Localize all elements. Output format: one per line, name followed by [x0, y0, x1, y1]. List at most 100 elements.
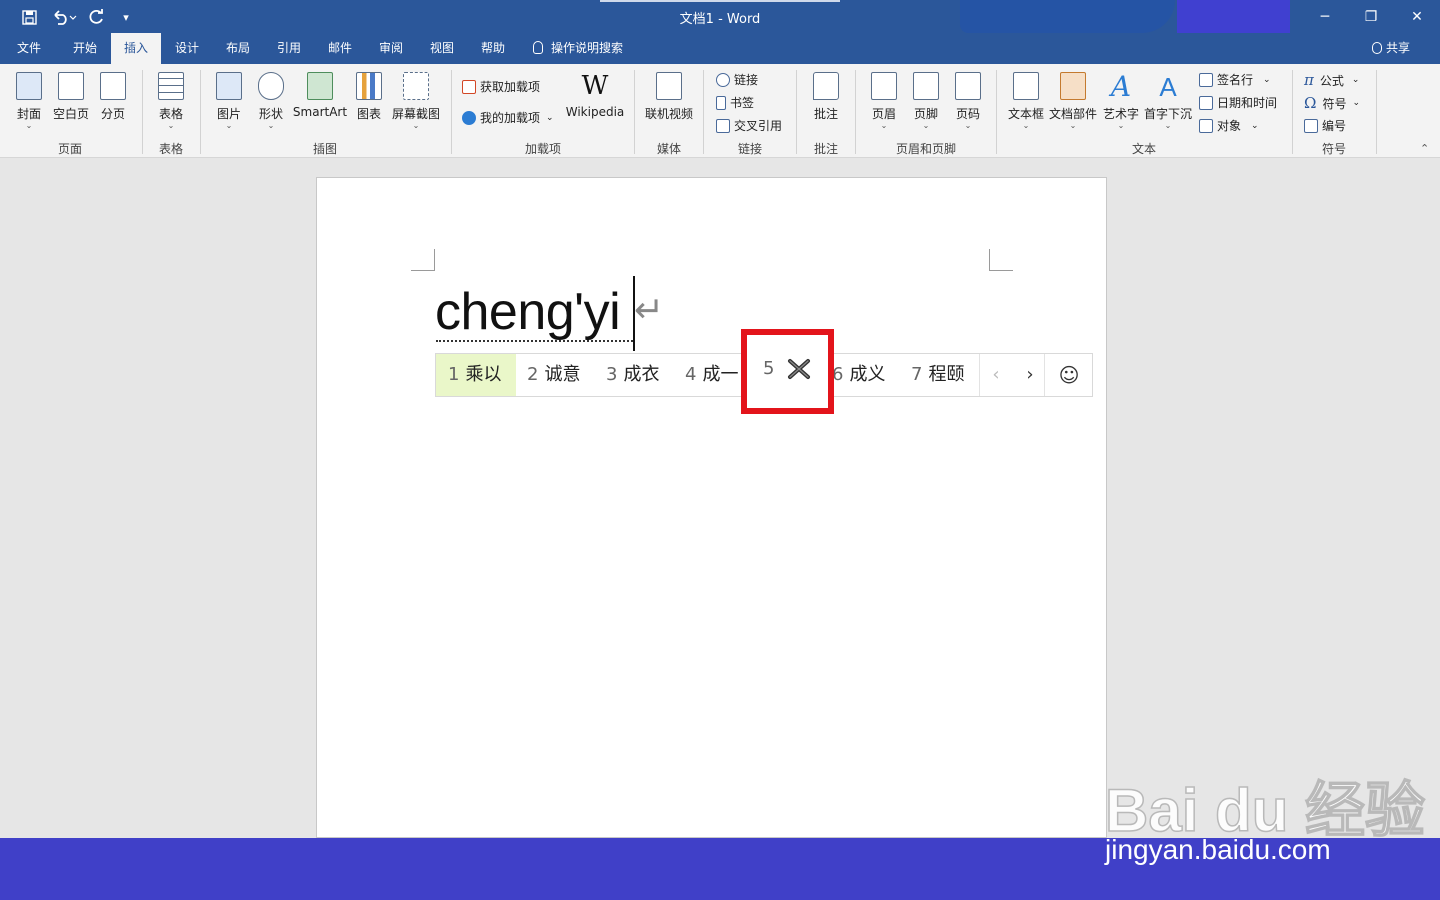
footer-icon: [913, 72, 939, 100]
comment-button[interactable]: 批注: [808, 72, 844, 122]
chevron-down-icon: ⌄: [267, 121, 275, 130]
smartart-icon: [307, 72, 333, 100]
tab-design[interactable]: 设计: [164, 33, 210, 64]
collapse-ribbon-icon[interactable]: ⌃: [1420, 142, 1429, 155]
tab-review[interactable]: 审阅: [368, 33, 414, 64]
candidate-number: 7: [911, 364, 923, 385]
group-label-text: 文本: [1131, 142, 1156, 156]
cover-page-icon: [16, 72, 42, 100]
group-separator: [1376, 70, 1377, 154]
addins-icon: [462, 110, 476, 125]
signature-line-button[interactable]: 签名行 ⌄: [1199, 71, 1271, 88]
candidate-7[interactable]: 7 程颐: [911, 354, 964, 396]
tab-references[interactable]: 引用: [266, 33, 312, 64]
tab-mailings[interactable]: 邮件: [317, 33, 363, 64]
wordart-button[interactable]: A 艺术字 ⌄: [1102, 72, 1140, 130]
chevron-down-icon: ⌄: [1164, 121, 1172, 130]
blank-page-button[interactable]: 空白页: [52, 72, 90, 122]
number-button[interactable]: 编号: [1304, 117, 1346, 134]
close-x-icon[interactable]: [787, 358, 811, 383]
share-button[interactable]: 共享: [1372, 33, 1410, 64]
link-icon: [716, 72, 730, 87]
get-addins-button[interactable]: 获取加载项: [462, 78, 540, 95]
next-page-icon[interactable]: ›: [1013, 354, 1047, 396]
drop-cap-button[interactable]: A 首字下沉 ⌄: [1143, 72, 1193, 130]
calendar-icon: [1199, 95, 1213, 110]
tab-insert[interactable]: 插入: [111, 33, 161, 64]
ribbon: 封面 ⌄ 空白页 分页 页面 表格 ⌄ 表格 图片 ⌄ 形状 ⌄ SmartAr…: [0, 64, 1440, 158]
table-icon: [158, 72, 184, 100]
header-icon: [871, 72, 897, 100]
bookmark-label: 书签: [730, 96, 755, 110]
emoji-icon[interactable]: ☺: [1050, 354, 1088, 396]
group-separator: [703, 70, 704, 154]
quick-parts-button[interactable]: 文档部件 ⌄: [1048, 72, 1098, 130]
date-time-button[interactable]: 日期和时间: [1199, 94, 1277, 111]
shapes-icon: [258, 72, 284, 100]
lightbulb-icon: [533, 41, 543, 54]
page-number-button[interactable]: 页码 ⌄: [952, 72, 984, 130]
tab-help[interactable]: 帮助: [470, 33, 516, 64]
candidate-6[interactable]: 6 成义: [832, 354, 885, 396]
minimize-button[interactable]: ─: [1302, 0, 1348, 33]
chevron-down-icon: ⌄: [1117, 121, 1125, 130]
equation-button[interactable]: π 公式 ⌄: [1304, 71, 1359, 89]
object-button[interactable]: 对象 ⌄: [1199, 117, 1259, 134]
group-label-tables: 表格: [158, 142, 183, 156]
restore-button[interactable]: ❐: [1348, 0, 1394, 33]
wikipedia-button[interactable]: W Wikipedia: [566, 71, 625, 119]
screenshot-button[interactable]: 屏幕截图 ⌄: [390, 72, 442, 130]
candidate-1[interactable]: 1 乘以: [436, 354, 516, 396]
chart-button[interactable]: 图表: [354, 72, 384, 122]
candidate-5[interactable]: 5: [763, 358, 774, 380]
prev-page-icon[interactable]: ‹: [979, 354, 1013, 396]
symbol-label: 符号: [1322, 96, 1347, 111]
tell-me-search[interactable]: 操作说明搜索: [533, 33, 623, 64]
candidate-separator: [1044, 354, 1045, 396]
header-button[interactable]: 页眉 ⌄: [868, 72, 900, 130]
chevron-down-icon: ⌄: [1022, 121, 1030, 130]
page-break-button[interactable]: 分页: [98, 72, 128, 122]
group-separator: [796, 70, 797, 154]
textbox-button[interactable]: 文本框 ⌄: [1006, 72, 1046, 130]
tab-view[interactable]: 视图: [419, 33, 465, 64]
link-button[interactable]: 链接: [716, 71, 758, 88]
close-button[interactable]: ✕: [1394, 0, 1440, 33]
tab-file[interactable]: 文件: [8, 33, 50, 64]
chevron-down-icon: ⌄: [412, 121, 420, 130]
group-separator: [451, 70, 452, 154]
symbol-button[interactable]: Ω 符号 ⌄: [1304, 94, 1360, 112]
chevron-down-icon: ⌄: [922, 121, 930, 130]
candidate-number: 1: [448, 364, 460, 385]
title-bar: ▾ 文档1 - Word ─ ❐ ✕: [0, 0, 1440, 36]
online-video-button[interactable]: 联机视频: [644, 72, 694, 122]
comment-label: 批注: [813, 107, 838, 121]
person-icon: [1372, 42, 1382, 54]
wikipedia-icon: W: [581, 71, 609, 101]
group-separator: [200, 70, 201, 154]
footer-button[interactable]: 页脚 ⌄: [910, 72, 942, 130]
drop-cap-icon: A: [1159, 72, 1177, 102]
blank-page-icon: [58, 72, 84, 100]
comment-icon: [813, 72, 839, 100]
number-icon: [1304, 118, 1318, 133]
candidate-4[interactable]: 4 成一: [685, 354, 738, 396]
candidate-number: 3: [606, 364, 618, 385]
tab-home[interactable]: 开始: [62, 33, 108, 64]
tab-layout[interactable]: 布局: [215, 33, 261, 64]
document-page[interactable]: [316, 177, 1107, 838]
shapes-button[interactable]: 形状 ⌄: [256, 72, 286, 130]
table-button[interactable]: 表格 ⌄: [155, 72, 187, 130]
page-break-icon: [100, 72, 126, 100]
header-label: 页眉: [871, 107, 896, 121]
candidate-text: 成义: [849, 364, 886, 385]
candidate-2[interactable]: 2 诚意: [527, 354, 580, 396]
cover-page-button[interactable]: 封面 ⌄: [14, 72, 44, 130]
bookmark-button[interactable]: 书签: [716, 94, 754, 111]
candidate-3[interactable]: 3 成衣: [606, 354, 659, 396]
my-addins-button[interactable]: 我的加载项 ⌄: [462, 109, 554, 126]
cross-reference-button[interactable]: 交叉引用: [716, 117, 782, 134]
picture-button[interactable]: 图片 ⌄: [214, 72, 244, 130]
page-break-label: 分页: [100, 107, 125, 121]
smartart-button[interactable]: SmartArt: [292, 72, 348, 119]
